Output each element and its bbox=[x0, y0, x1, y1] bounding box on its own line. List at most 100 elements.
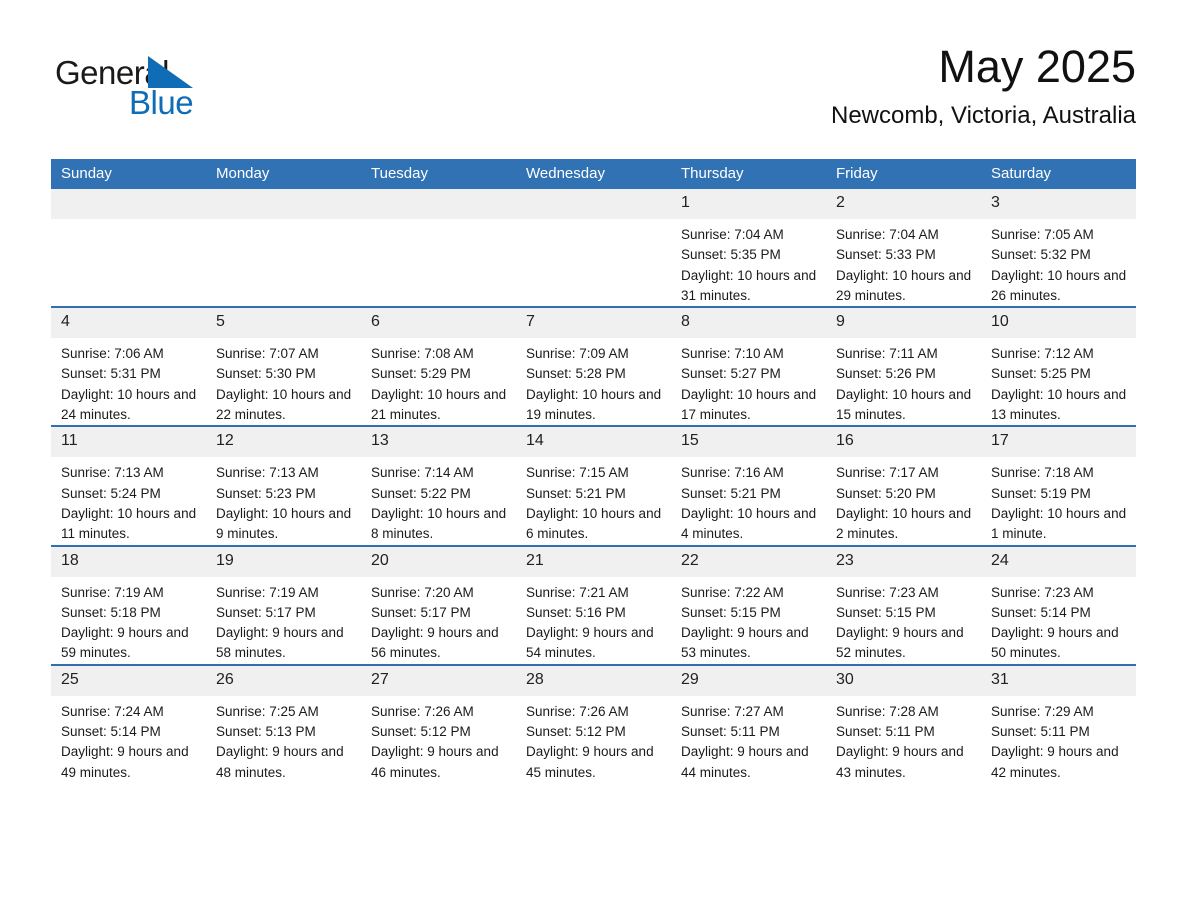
calendar-day-cell[interactable]: 11 Sunrise: 7:13 AM Sunset: 5:24 PM Dayligh… bbox=[51, 425, 206, 546]
sunset-text: Sunset: 5:11 PM bbox=[836, 724, 935, 740]
day-number bbox=[361, 189, 516, 219]
day-number: 25 bbox=[51, 665, 206, 696]
sunset-text: Sunset: 5:31 PM bbox=[61, 366, 161, 382]
daylight-text: Daylight: 10 hours and 31 minutes. bbox=[681, 267, 817, 303]
day-number: 16 bbox=[826, 427, 981, 458]
sunset-text: Sunset: 5:26 PM bbox=[836, 366, 936, 382]
calendar-day-cell[interactable]: 26 Sunrise: 7:25 AM Sunset: 5:13 PM Dayligh… bbox=[206, 663, 361, 783]
day-number: 13 bbox=[361, 427, 516, 458]
sunrise-text: Sunrise: 7:15 AM bbox=[526, 465, 629, 481]
daylight-text: Daylight: 10 hours and 13 minutes. bbox=[991, 386, 1127, 423]
calendar-day-cell[interactable]: 10 Sunrise: 7:12 AM Sunset: 5:25 PM Dayligh… bbox=[981, 306, 1136, 427]
calendar-day-cell[interactable]: 2 Sunrise: 7:04 AM Sunset: 5:33 PM Daylight… bbox=[826, 189, 981, 308]
calendar-day-cell[interactable]: 5 Sunrise: 7:07 AM Sunset: 5:30 PM Daylight… bbox=[206, 306, 361, 427]
sunset-text: Sunset: 5:27 PM bbox=[681, 366, 781, 382]
sunset-text: Sunset: 5:22 PM bbox=[371, 485, 471, 501]
calendar-day-cell[interactable]: 31 Sunrise: 7:29 AM Sunset: 5:11 PM Dayligh… bbox=[981, 663, 1136, 783]
day-details: Sunrise: 7:25 AM Sunset: 5:13 PM Daylight:… bbox=[206, 696, 361, 783]
day-number bbox=[516, 189, 671, 219]
sunrise-text: Sunrise: 7:29 AM bbox=[991, 703, 1094, 719]
daylight-text: Daylight: 9 hours and 54 minutes. bbox=[526, 625, 654, 661]
day-details: Sunrise: 7:11 AM Sunset: 5:26 PM Daylight:… bbox=[826, 338, 981, 425]
day-details: Sunrise: 7:04 AM Sunset: 5:35 PM Daylight:… bbox=[671, 219, 826, 306]
calendar-day-cell[interactable]: 6 Sunrise: 7:08 AM Sunset: 5:29 PM Daylight… bbox=[361, 306, 516, 427]
calendar-day-cell[interactable]: 22 Sunrise: 7:22 AM Sunset: 5:15 PM Dayligh… bbox=[671, 544, 826, 665]
calendar-day-cell[interactable]: 18 Sunrise: 7:19 AM Sunset: 5:18 PM Dayligh… bbox=[51, 544, 206, 665]
sunset-text: Sunset: 5:14 PM bbox=[991, 604, 1091, 620]
day-number: 24 bbox=[981, 546, 1136, 577]
calendar-week-row: 25 Sunrise: 7:24 AM Sunset: 5:14 PM Dayligh… bbox=[51, 663, 1136, 783]
calendar-day-cell[interactable]: 24 Sunrise: 7:23 AM Sunset: 5:14 PM Dayligh… bbox=[981, 544, 1136, 665]
calendar-day-cell[interactable]: 30 Sunrise: 7:28 AM Sunset: 5:11 PM Dayligh… bbox=[826, 663, 981, 783]
daylight-text: Daylight: 10 hours and 24 minutes. bbox=[61, 386, 197, 423]
day-number bbox=[206, 189, 361, 219]
location-subtitle: Newcomb, Victoria, Australia bbox=[830, 102, 1136, 129]
daylight-text: Daylight: 10 hours and 19 minutes. bbox=[526, 386, 662, 423]
weekday-header-tuesday: Tuesday bbox=[361, 159, 516, 189]
sunset-text: Sunset: 5:15 PM bbox=[681, 604, 781, 620]
weekday-header-thursday: Thursday bbox=[671, 159, 826, 189]
sunrise-text: Sunrise: 7:27 AM bbox=[681, 703, 784, 719]
calendar-day-cell[interactable]: 25 Sunrise: 7:24 AM Sunset: 5:14 PM Dayligh… bbox=[51, 663, 206, 783]
day-details: Sunrise: 7:15 AM Sunset: 5:21 PM Daylight:… bbox=[516, 457, 671, 544]
sunrise-text: Sunrise: 7:04 AM bbox=[836, 227, 939, 242]
daylight-text: Daylight: 9 hours and 49 minutes. bbox=[61, 744, 189, 780]
day-number: 19 bbox=[206, 546, 361, 577]
calendar-day-cell[interactable]: 9 Sunrise: 7:11 AM Sunset: 5:26 PM Daylight… bbox=[826, 306, 981, 427]
calendar-day-cell[interactable]: 12 Sunrise: 7:13 AM Sunset: 5:23 PM Dayligh… bbox=[206, 425, 361, 546]
calendar-day-cell[interactable]: 27 Sunrise: 7:26 AM Sunset: 5:12 PM Dayligh… bbox=[361, 663, 516, 783]
calendar-day-cell-empty bbox=[51, 189, 206, 308]
sunset-text: Sunset: 5:15 PM bbox=[836, 604, 936, 620]
day-number: 23 bbox=[826, 546, 981, 577]
calendar-day-cell[interactable]: 20 Sunrise: 7:20 AM Sunset: 5:17 PM Dayligh… bbox=[361, 544, 516, 665]
daylight-text: Daylight: 10 hours and 4 minutes. bbox=[681, 505, 817, 542]
day-number: 4 bbox=[51, 308, 206, 339]
daylight-text: Daylight: 9 hours and 50 minutes. bbox=[991, 625, 1119, 661]
calendar-day-cell[interactable]: 28 Sunrise: 7:26 AM Sunset: 5:12 PM Dayligh… bbox=[516, 663, 671, 783]
day-number: 28 bbox=[516, 665, 671, 696]
daylight-text: Daylight: 9 hours and 59 minutes. bbox=[61, 625, 189, 661]
sunset-text: Sunset: 5:11 PM bbox=[991, 724, 1090, 740]
sunset-text: Sunset: 5:18 PM bbox=[61, 604, 161, 620]
day-number: 22 bbox=[671, 546, 826, 577]
calendar-day-cell[interactable]: 4 Sunrise: 7:06 AM Sunset: 5:31 PM Daylight… bbox=[51, 306, 206, 427]
calendar-day-cell[interactable]: 13 Sunrise: 7:14 AM Sunset: 5:22 PM Dayligh… bbox=[361, 425, 516, 546]
sunset-text: Sunset: 5:14 PM bbox=[61, 724, 161, 740]
sunset-text: Sunset: 5:11 PM bbox=[681, 724, 780, 740]
sunrise-text: Sunrise: 7:09 AM bbox=[526, 346, 629, 362]
daylight-text: Daylight: 9 hours and 46 minutes. bbox=[371, 744, 499, 780]
day-number: 27 bbox=[361, 665, 516, 696]
calendar-day-cell[interactable]: 21 Sunrise: 7:21 AM Sunset: 5:16 PM Dayligh… bbox=[516, 544, 671, 665]
day-details: Sunrise: 7:13 AM Sunset: 5:23 PM Daylight:… bbox=[206, 457, 361, 544]
calendar-day-cell[interactable]: 14 Sunrise: 7:15 AM Sunset: 5:21 PM Dayligh… bbox=[516, 425, 671, 546]
day-number: 30 bbox=[826, 665, 981, 696]
sunset-text: Sunset: 5:25 PM bbox=[991, 366, 1091, 382]
day-number: 31 bbox=[981, 665, 1136, 696]
calendar-day-cell[interactable]: 29 Sunrise: 7:27 AM Sunset: 5:11 PM Dayligh… bbox=[671, 663, 826, 783]
day-details: Sunrise: 7:18 AM Sunset: 5:19 PM Daylight:… bbox=[981, 457, 1136, 544]
daylight-text: Daylight: 10 hours and 2 minutes. bbox=[836, 505, 972, 542]
weekday-header-friday: Friday bbox=[826, 159, 981, 189]
calendar-day-cell[interactable]: 8 Sunrise: 7:10 AM Sunset: 5:27 PM Daylight… bbox=[671, 306, 826, 427]
calendar-day-cell[interactable]: 3 Sunrise: 7:05 AM Sunset: 5:32 PM Daylight… bbox=[981, 189, 1136, 308]
sunset-text: Sunset: 5:20 PM bbox=[836, 485, 936, 501]
sunset-text: Sunset: 5:12 PM bbox=[526, 724, 626, 740]
sunrise-text: Sunrise: 7:19 AM bbox=[61, 584, 164, 600]
calendar-day-cell[interactable]: 17 Sunrise: 7:18 AM Sunset: 5:19 PM Dayligh… bbox=[981, 425, 1136, 546]
day-details: Sunrise: 7:16 AM Sunset: 5:21 PM Daylight:… bbox=[671, 457, 826, 544]
calendar-day-cell[interactable]: 23 Sunrise: 7:23 AM Sunset: 5:15 PM Dayligh… bbox=[826, 544, 981, 665]
sunset-text: Sunset: 5:29 PM bbox=[371, 366, 471, 382]
sunset-text: Sunset: 5:17 PM bbox=[371, 604, 471, 620]
calendar-day-cell[interactable]: 19 Sunrise: 7:19 AM Sunset: 5:17 PM Dayligh… bbox=[206, 544, 361, 665]
calendar-day-cell[interactable]: 1 Sunrise: 7:04 AM Sunset: 5:35 PM Daylight… bbox=[671, 189, 826, 308]
sunrise-text: Sunrise: 7:08 AM bbox=[371, 346, 474, 362]
calendar-day-cell[interactable]: 7 Sunrise: 7:09 AM Sunset: 5:28 PM Daylight… bbox=[516, 306, 671, 427]
calendar-day-cell[interactable]: 15 Sunrise: 7:16 AM Sunset: 5:21 PM Dayligh… bbox=[671, 425, 826, 546]
sunset-text: Sunset: 5:16 PM bbox=[526, 604, 626, 620]
day-number: 6 bbox=[361, 308, 516, 339]
sunrise-sunset-calendar: Sunday Monday Tuesday Wednesday Thursday… bbox=[51, 159, 1136, 783]
daylight-text: Daylight: 9 hours and 42 minutes. bbox=[991, 744, 1119, 780]
calendar-body: 1 Sunrise: 7:04 AM Sunset: 5:35 PM Daylight… bbox=[51, 189, 1136, 783]
sunrise-text: Sunrise: 7:10 AM bbox=[681, 346, 784, 362]
calendar-day-cell[interactable]: 16 Sunrise: 7:17 AM Sunset: 5:20 PM Dayligh… bbox=[826, 425, 981, 546]
